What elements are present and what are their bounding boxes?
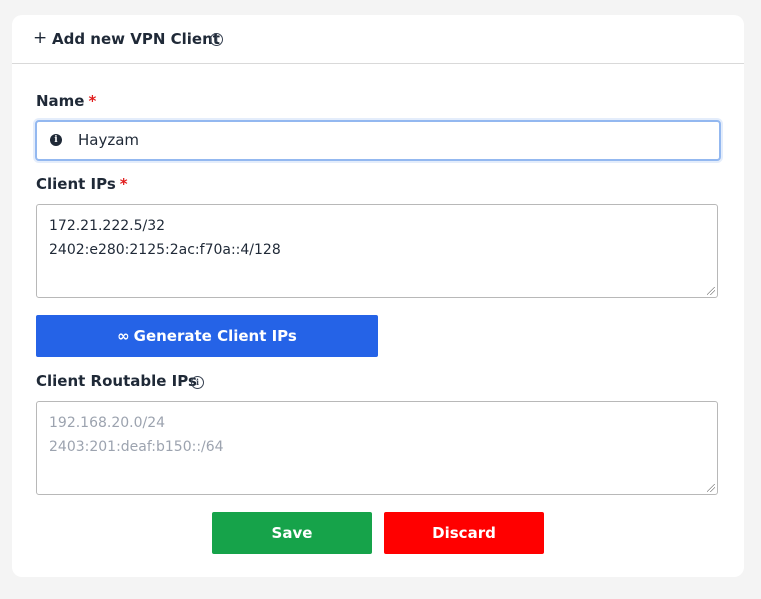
card-title: Add new VPN Client xyxy=(52,30,220,48)
client-ips-textarea[interactable]: 172.21.222.5/32 2402:e280:2125:2ac:f70a:… xyxy=(36,204,718,298)
routable-ips-label: Client Routable IPs xyxy=(36,372,197,390)
info-filled-icon: i xyxy=(50,134,62,146)
info-circle-icon[interactable]: i xyxy=(191,376,204,389)
name-input-value: Hayzam xyxy=(78,131,140,149)
client-ip-line: 2402:e280:2125:2ac:f70a::4/128 xyxy=(49,242,281,258)
resize-handle-icon[interactable] xyxy=(707,484,715,492)
client-ip-line: 172.21.222.5/32 xyxy=(49,218,166,234)
card-header: + Add new VPN Client i xyxy=(12,15,744,64)
plus-icon: + xyxy=(33,28,48,48)
generate-client-ips-label: Generate Client IPs xyxy=(133,327,297,345)
save-button[interactable]: Save xyxy=(212,512,372,554)
required-asterisk: * xyxy=(119,175,128,193)
client-ips-label: Client IPs * xyxy=(36,175,128,193)
routable-ips-textarea[interactable]: 192.168.20.0/24 2403:201:deaf:b150::/64 xyxy=(36,401,718,495)
name-input[interactable]: i Hayzam xyxy=(35,120,721,161)
resize-handle-icon[interactable] xyxy=(707,287,715,295)
vpn-client-card: + Add new VPN Client i Name * i Hayzam Cl… xyxy=(12,15,744,577)
info-circle-icon[interactable]: i xyxy=(210,33,223,46)
discard-button[interactable]: Discard xyxy=(384,512,544,554)
generate-client-ips-button[interactable]: ∞ Generate Client IPs xyxy=(36,315,378,357)
routable-ip-placeholder-line: 2403:201:deaf:b150::/64 xyxy=(49,439,224,455)
routable-ip-placeholder-line: 192.168.20.0/24 xyxy=(49,415,166,431)
infinity-icon: ∞ xyxy=(117,327,130,345)
required-asterisk: * xyxy=(88,92,97,110)
name-label: Name * xyxy=(36,92,97,110)
